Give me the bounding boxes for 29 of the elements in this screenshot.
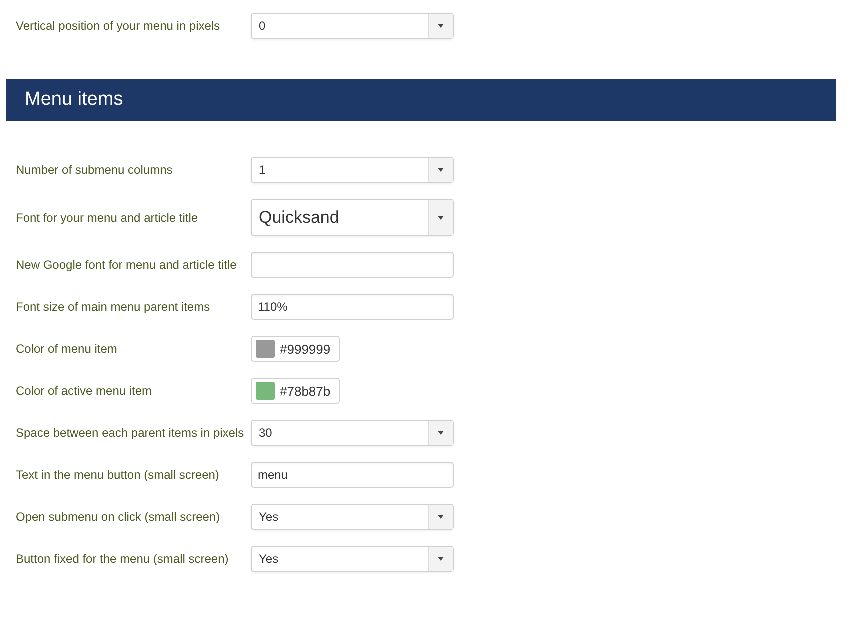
field-label: Space between each parent items in pixels	[16, 426, 246, 440]
field-label: Button fixed for the menu (small screen)	[16, 552, 230, 566]
field-label: Color of menu item	[16, 342, 118, 356]
field-label: Color of active menu item	[16, 384, 154, 398]
field-label: Font size of main menu parent items	[16, 300, 212, 314]
field-label: New Google font for menu and article title	[16, 258, 238, 272]
color-picker[interactable]: #78b87b	[251, 378, 340, 404]
dropdown[interactable]: Quicksand	[251, 199, 454, 236]
field-label: Vertical position of your menu in pixels	[16, 19, 222, 33]
dropdown[interactable]: 1	[251, 157, 454, 183]
input-field[interactable]: 110%	[251, 294, 454, 320]
dropdown[interactable]: 0	[251, 13, 454, 39]
section-title: Menu items	[25, 89, 124, 111]
field-label: Open submenu on click (small screen)	[16, 510, 222, 524]
color-picker[interactable]: #999999	[251, 336, 340, 362]
field-label: Text in the menu button (small screen)	[16, 468, 220, 482]
caret-icon	[438, 216, 444, 220]
caret-icon	[438, 515, 444, 519]
caret-icon	[438, 557, 444, 561]
field-label: Font for your menu and article title	[16, 210, 200, 224]
caret-icon	[438, 168, 444, 172]
caret-icon	[438, 24, 444, 28]
caret-icon	[438, 431, 444, 435]
dropdown[interactable]: Yes	[251, 504, 454, 530]
input-field[interactable]: menu	[251, 462, 454, 488]
dropdown[interactable]: Yes	[251, 546, 454, 572]
input-field[interactable]	[251, 252, 454, 278]
dropdown[interactable]: 30	[251, 420, 454, 446]
field-label: Number of submenu columns	[16, 163, 174, 177]
